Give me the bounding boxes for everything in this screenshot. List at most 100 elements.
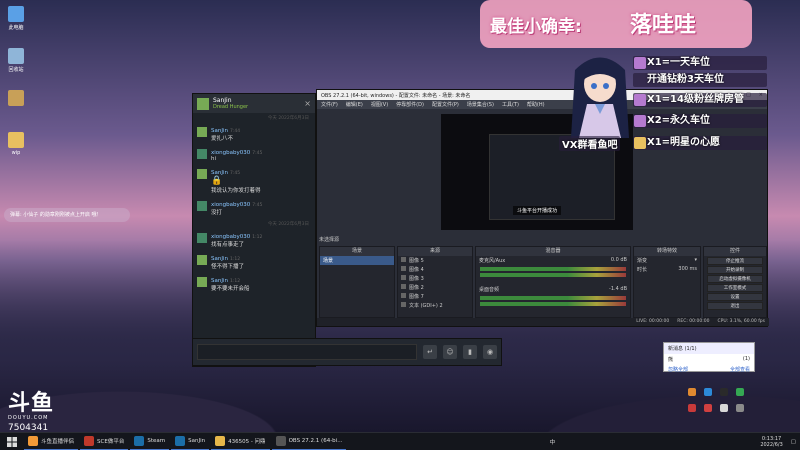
menu-view[interactable]: 视图(V) [371,101,388,108]
tray-app-icon[interactable] [736,388,744,396]
menu-file[interactable]: 文件(F) [321,101,338,108]
source-item[interactable]: 图像 2 [398,283,472,292]
lock-icon: 🔒 [211,176,223,186]
chat-input-bar: ↵ ☺ ▮ ◉ [192,338,502,366]
chat-message-input[interactable] [197,344,417,360]
source-item[interactable]: 图像 4 [398,265,472,274]
tray-app-icon[interactable] [720,404,728,412]
notification-popup: 新消息 (1/1) 熊 (1) 忽略全部 全部查看 [663,342,755,373]
tray-app-icon[interactable] [736,404,744,412]
folder-icon [8,132,24,148]
tray-app-icon[interactable] [688,404,696,412]
taskbar-item-steam[interactable]: Steam [130,433,170,450]
desktop-icon-this-pc[interactable]: 此电脑 [4,6,28,31]
scene-item[interactable]: 场景 [320,256,394,265]
tray-app-icon[interactable] [704,404,712,412]
tray-app-icon[interactable] [720,388,728,396]
message-text: 怪不得下播了 [211,264,245,270]
obs-icon [275,435,286,446]
volume-meter[interactable] [480,267,626,271]
avatar [197,277,207,287]
message-author[interactable]: xiongbaby030 [211,150,250,156]
notification-item[interactable]: 熊 (1) [664,354,754,365]
message-text: 没打 [211,210,223,216]
send-icon[interactable]: ↵ [423,345,437,359]
taskbar-item-game[interactable]: 436505 - 问鼎 [211,433,270,450]
vx-group-text: VX群看鱼吧 [559,136,621,151]
badge-icon [634,94,646,106]
banner-name: 落哇哇 [630,13,697,38]
desktop-icon-app[interactable] [4,90,28,108]
exit-button[interactable]: 退出 [707,302,763,310]
menu-edit[interactable]: 编辑(E) [346,101,363,108]
notification-center-icon[interactable]: ▢ [787,439,800,445]
douyu-logo: 斗鱼 [8,391,55,416]
image-icon [401,284,406,289]
start-button[interactable] [0,433,24,450]
transitions-title: 转场特效 [634,247,700,256]
source-item[interactable]: 图像 3 [398,274,472,283]
ime-indicator[interactable]: 中 [546,438,560,446]
source-item[interactable]: 文本 (GDI+) 2 [398,301,472,310]
attach-icon[interactable]: ▮ [463,345,477,359]
cpu-fps: CPU: 3.1%, 60.00 fps [717,319,766,324]
chat-message: SanJin 7:44 爱扎八不 [193,123,315,145]
virtual-camera-button[interactable]: 启动虚拟摄像机 [707,275,763,283]
menu-scene-collection[interactable]: 场景集合(S) [467,101,494,108]
voice-icon[interactable]: ◉ [483,345,497,359]
taskbar-item-obs[interactable]: OBS 27.2.1 (64-bi... [271,433,347,450]
douyu-domain: DOUYU.COM [8,415,49,421]
avatar [197,201,207,211]
app-icon [84,435,95,446]
settings-button[interactable]: 设置 [707,293,763,301]
tray-app-icon[interactable] [704,388,712,396]
source-item[interactable]: 图像 5 [398,256,472,265]
menu-tools[interactable]: 工具(T) [502,101,519,108]
menu-help[interactable]: 帮助(H) [527,101,545,108]
message-text: 我说认为你发打着得 [211,188,261,194]
menu-profile[interactable]: 配置文件(P) [432,101,459,108]
desktop-icon-recycle-bin[interactable]: 回收站 [4,48,28,73]
message-time: 7:45 [252,151,263,156]
text-icon [401,302,406,307]
message-time: 7:45 [252,203,263,208]
mixer-title: 混音器 [476,247,630,256]
emoji-icon[interactable]: ☺ [443,345,457,359]
message-text: 找有点事走了 [211,242,245,248]
desktop-icon-wip-folder[interactable]: wip [4,132,28,156]
message-time: 1:12 [252,235,263,240]
avatar [197,233,207,243]
transitions-panel: 转场特效 渐变 ▾ 时长 300 ms [633,246,701,318]
start-recording-button[interactable]: 开始录制 [707,266,763,274]
source-item[interactable]: 图像 7 [398,292,472,301]
taskbar-item-sce[interactable]: SCE做平台 [80,433,129,450]
duration-field[interactable]: 时长 300 ms [634,265,700,274]
menu-docks[interactable]: 停靠部件(D) [396,101,424,108]
close-icon[interactable]: × [304,99,311,108]
taskbar-item-douyu[interactable]: 斗鱼直播伴侣 [24,433,79,450]
volume-meter[interactable] [480,273,626,277]
friend-game: Dread Hunger [213,104,249,110]
tray-app-icon[interactable] [688,388,696,396]
image-icon [401,293,406,298]
anime-girl-illustration [571,57,629,138]
notification-title: 新消息 (1/1) [664,343,754,354]
system-clock[interactable]: 0:13:17 2022/6/3 [756,436,786,448]
transition-select[interactable]: 渐变 ▾ [634,256,700,265]
mixer-track: 麦克风/Aux 0.0 dB [479,257,627,264]
taskbar-item-sanjin[interactable]: SanJin [171,433,210,450]
rank-item: X1=明星の心愿 [633,136,767,150]
live-time: LIVE: 00:00:00 [636,319,670,324]
view-all-link[interactable]: 全部查看 [730,366,750,373]
obs-title: OBS 27.2.1 (64-bit, windows) - 配置文件: 未命名… [321,93,471,99]
message-time: 7:45 [229,171,241,176]
douyu-watermark: 斗鱼 DOUYU.COM 7504341 [8,391,55,434]
studio-mode-button[interactable]: 工作室模式 [707,284,763,292]
ignore-all-link[interactable]: 忽略全部 [668,366,688,373]
volume-meter[interactable] [480,302,626,306]
stop-streaming-button[interactable]: 停止推流 [707,257,763,265]
steam-chat-window: SanJin Dread Hunger × 今天 2022年6月3日 SanJi… [192,93,316,367]
volume-meter[interactable] [480,296,626,300]
sources-panel: 来源 图像 5 图像 4 图像 3 图像 2 图像 7 文本 (GDI+) 2 [397,246,473,318]
message-text: 要不要未开会船 [211,286,250,292]
